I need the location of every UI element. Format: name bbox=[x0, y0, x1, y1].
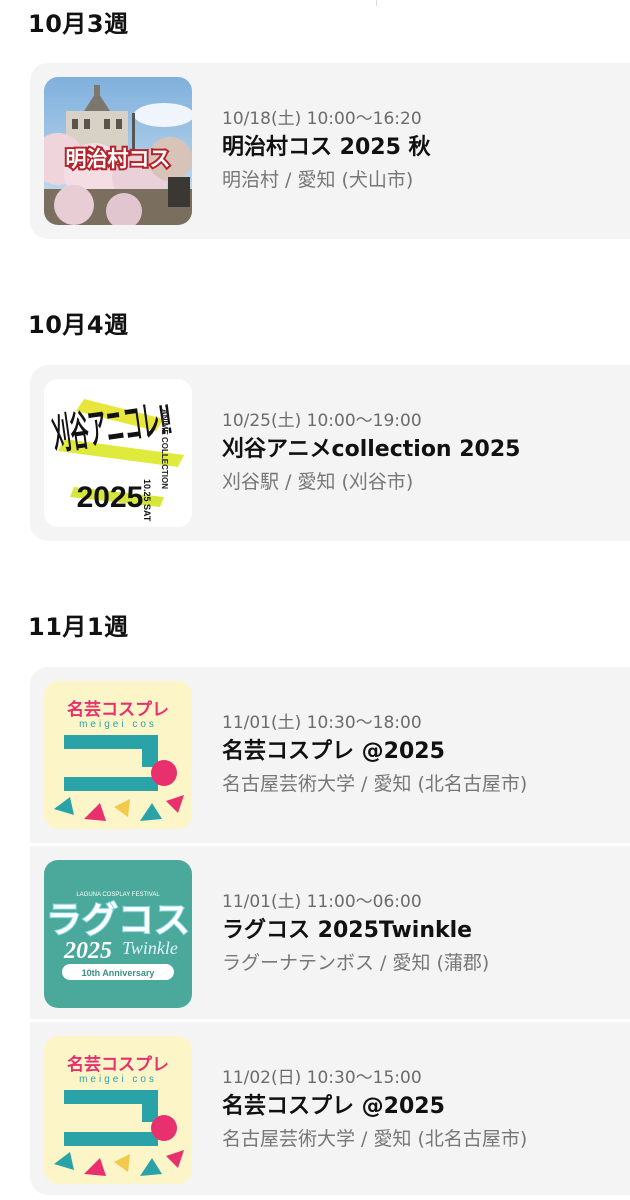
top-divider bbox=[376, 0, 377, 6]
event-datetime: 10/25(土) 10:00〜19:00 bbox=[222, 411, 422, 431]
laguna-cos-logo-image: LAGUNA COSPLAY FESTIVAL ラグコス 2025 Twinkl… bbox=[44, 860, 192, 1008]
event-venue: 名古屋芸術大学 / 愛知 (北名古屋市) bbox=[222, 1128, 528, 1150]
meigei-logo-text: 名芸コスプレ bbox=[67, 1054, 169, 1074]
kariya-anicolle-logo-image: 刈谷アニコレ!! ANIME COLLECTION 2025 10.25 SAT bbox=[44, 379, 192, 527]
meigei-logo-image: 名芸コスプレ meigei cos bbox=[44, 681, 192, 829]
event-venue: 名古屋芸術大学 / 愛知 (北名古屋市) bbox=[222, 773, 528, 795]
laguna-logo-text: ラグコス bbox=[46, 899, 190, 940]
event-info: 11/01(土) 10:30〜18:00 名芸コスプレ @2025 名古屋芸術大… bbox=[222, 667, 527, 843]
laguna-anniversary-text: 10th Anniversary bbox=[82, 968, 155, 978]
week-heading-nov-1: 11月1週 bbox=[28, 613, 129, 641]
event-title: 明治村コス 2025 秋 bbox=[222, 135, 431, 160]
event-title: 名芸コスプレ @2025 bbox=[222, 739, 445, 764]
event-card-meijimura[interactable]: 明治村コス 10/18(土) 10:00〜16:20 明治村コス 2025 秋 … bbox=[30, 63, 630, 239]
event-datetime: 11/02(日) 10:30〜15:00 bbox=[222, 1068, 422, 1088]
event-venue: ラグーナテンボス / 愛知 (蒲郡) bbox=[222, 952, 490, 974]
event-list-oct-3: 明治村コス 10/18(土) 10:00〜16:20 明治村コス 2025 秋 … bbox=[30, 63, 630, 239]
kariya-date-text: 10.25 SAT bbox=[142, 479, 152, 522]
meigei-sub-text: meigei cos bbox=[79, 1074, 157, 1085]
event-title: 刈谷アニメcollection 2025 bbox=[222, 437, 521, 462]
event-info: 10/25(土) 10:00〜19:00 刈谷アニメcollection 202… bbox=[222, 365, 520, 541]
event-datetime: 11/01(土) 10:30〜18:00 bbox=[222, 713, 422, 733]
event-thumbnail-kariya: 刈谷アニコレ!! ANIME COLLECTION 2025 10.25 SAT bbox=[44, 379, 192, 527]
event-thumbnail-meigei-2: 名芸コスプレ meigei cos bbox=[44, 1036, 192, 1184]
event-venue: 明治村 / 愛知 (犬山市) bbox=[222, 169, 414, 191]
event-datetime: 11/01(土) 11:00〜06:00 bbox=[222, 892, 422, 912]
event-info: 11/01(土) 11:00〜06:00 ラグコス 2025Twinkle ラグ… bbox=[222, 846, 489, 1022]
meigei-logo-image: 名芸コスプレ meigei cos bbox=[44, 1036, 192, 1184]
event-info: 11/02(日) 10:30〜15:00 名芸コスプレ @2025 名古屋芸術大… bbox=[222, 1022, 527, 1195]
event-card-meigei-2[interactable]: 名芸コスプレ meigei cos 11/02(日) 10:30〜15:00 名… bbox=[30, 1019, 630, 1195]
event-thumbnail-meigei-1: 名芸コスプレ meigei cos bbox=[44, 681, 192, 829]
event-card-meigei-1[interactable]: 名芸コスプレ meigei cos 11/01(土) 10:30〜18:00 名… bbox=[30, 667, 630, 843]
week-heading-oct-4: 10月4週 bbox=[28, 311, 129, 339]
event-list-oct-4: 刈谷アニコレ!! ANIME COLLECTION 2025 10.25 SAT… bbox=[30, 365, 630, 541]
meijimura-logo-text: 明治村コス bbox=[66, 147, 171, 171]
meijimura-photo-image: 明治村コス bbox=[44, 77, 192, 225]
event-list-nov-1: 名芸コスプレ meigei cos 11/01(土) 10:30〜18:00 名… bbox=[30, 667, 630, 1195]
event-title: 名芸コスプレ @2025 bbox=[222, 1094, 445, 1119]
meigei-logo-text: 名芸コスプレ bbox=[67, 699, 169, 719]
event-card-laguna[interactable]: LAGUNA COSPLAY FESTIVAL ラグコス 2025 Twinkl… bbox=[30, 843, 630, 1019]
event-info: 10/18(土) 10:00〜16:20 明治村コス 2025 秋 明治村 / … bbox=[222, 63, 431, 239]
kariya-sub-text: ANIME COLLECTION bbox=[160, 409, 169, 489]
laguna-year-text: 2025 bbox=[63, 938, 112, 964]
event-title: ラグコス 2025Twinkle bbox=[222, 918, 473, 943]
kariya-year-text: 2025 bbox=[77, 481, 144, 514]
week-heading-oct-3: 10月3週 bbox=[28, 10, 129, 38]
laguna-sub-text: LAGUNA COSPLAY FESTIVAL bbox=[76, 892, 160, 898]
laguna-script-text: Twinkle bbox=[122, 938, 178, 958]
event-venue: 刈谷駅 / 愛知 (刈谷市) bbox=[222, 471, 414, 493]
event-thumbnail-meijimura: 明治村コス bbox=[44, 77, 192, 225]
event-thumbnail-laguna: LAGUNA COSPLAY FESTIVAL ラグコス 2025 Twinkl… bbox=[44, 860, 192, 1008]
event-datetime: 10/18(土) 10:00〜16:20 bbox=[222, 109, 422, 129]
event-card-kariya[interactable]: 刈谷アニコレ!! ANIME COLLECTION 2025 10.25 SAT… bbox=[30, 365, 630, 541]
meigei-sub-text: meigei cos bbox=[79, 719, 157, 730]
